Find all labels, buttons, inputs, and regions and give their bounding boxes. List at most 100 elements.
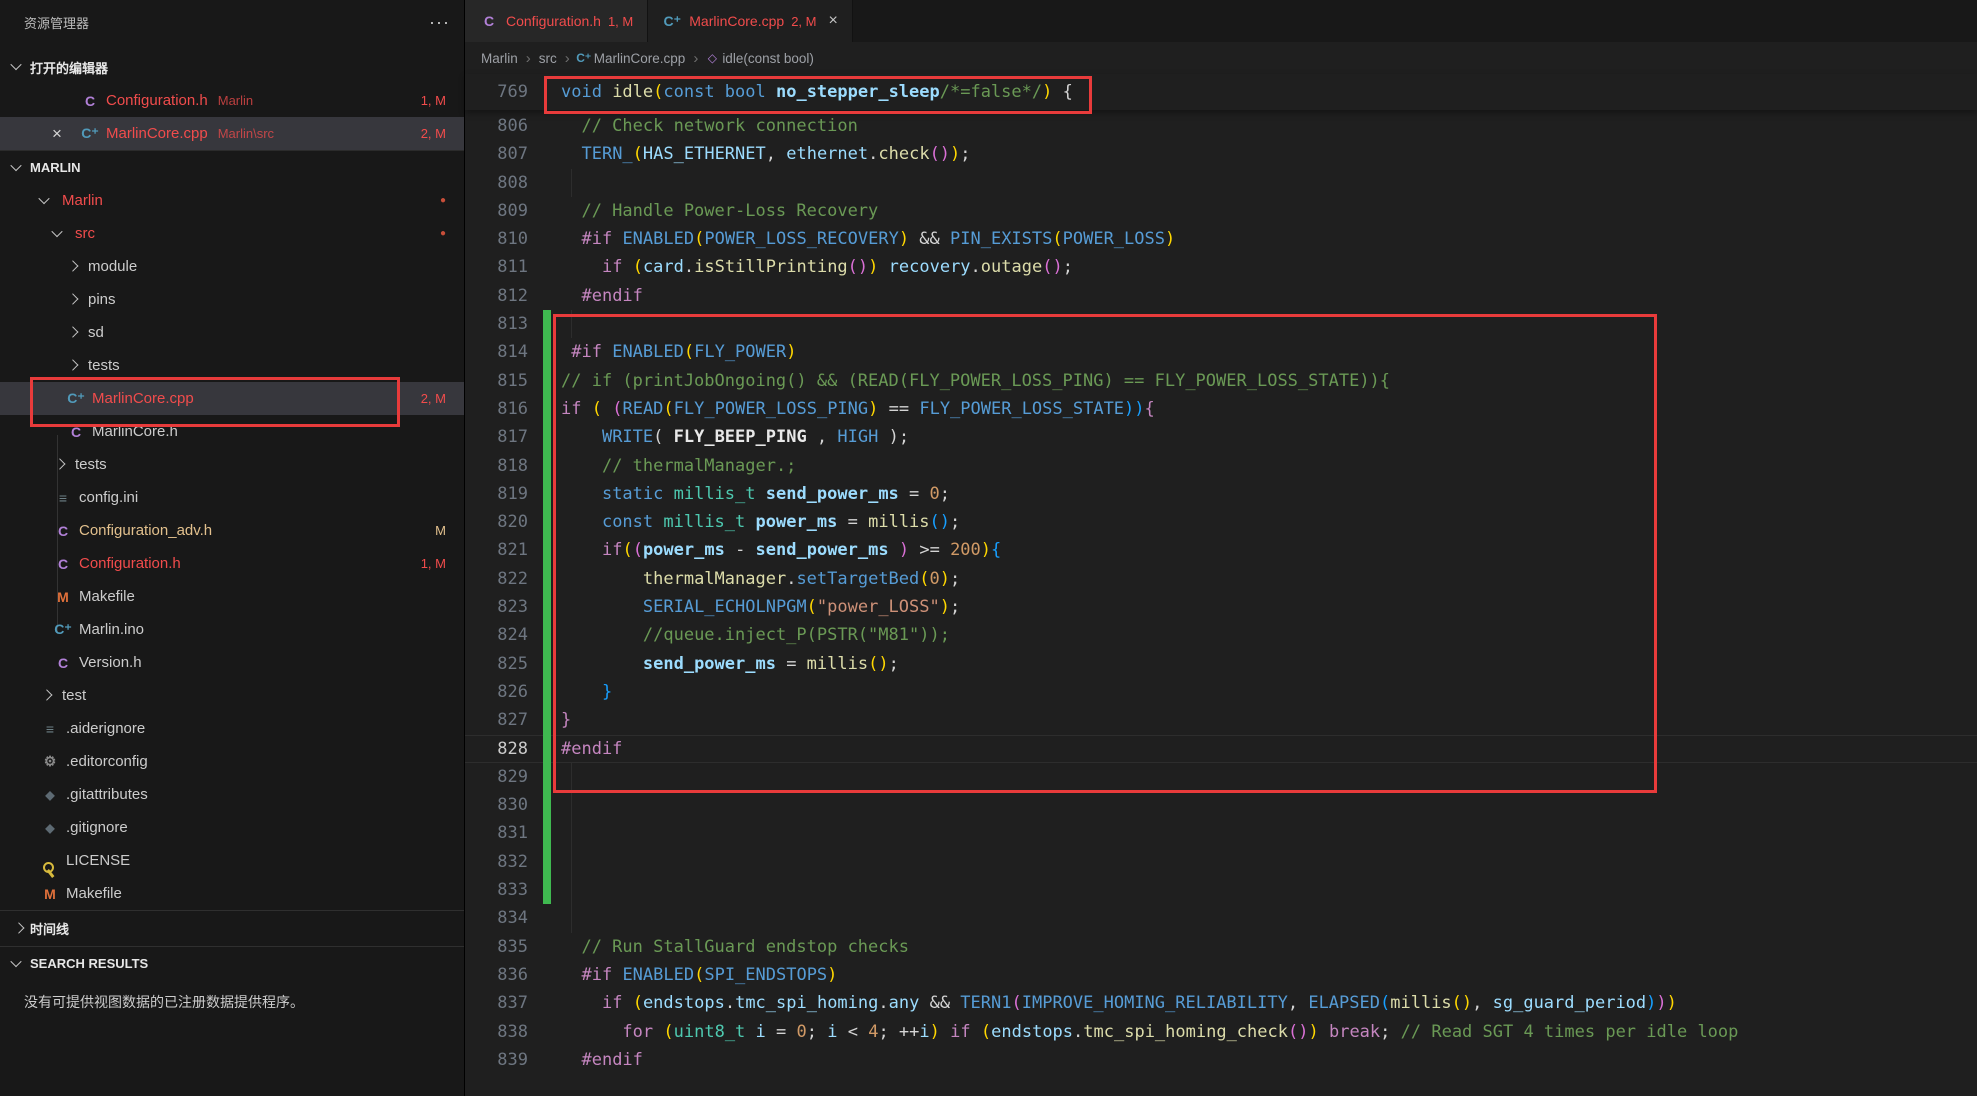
tree-file-Configuration_adv.h[interactable]: CConfiguration_adv.hM: [0, 514, 464, 547]
code-editor[interactable]: 769void idle(const bool no_stepper_sleep…: [465, 74, 1977, 1096]
line-number[interactable]: 834: [465, 904, 528, 932]
line-number[interactable]: 828: [465, 735, 528, 763]
code-line[interactable]: 824 //queue.inject_P(PSTR("M81"));: [465, 621, 1977, 649]
line-number[interactable]: 819: [465, 480, 528, 508]
code-line[interactable]: 807 TERN_(HAS_ETHERNET, ethernet.check()…: [465, 140, 1977, 168]
tree-folder-sd[interactable]: sd: [0, 316, 464, 349]
line-number[interactable]: 821: [465, 536, 528, 564]
line-number[interactable]: 815: [465, 367, 528, 395]
line-number[interactable]: 827: [465, 706, 528, 734]
timeline-section-header[interactable]: 时间线: [0, 910, 464, 946]
line-number[interactable]: 813: [465, 310, 528, 338]
tab-marlincore.cpp[interactable]: C⁺MarlinCore.cpp2, M×: [648, 0, 853, 42]
more-actions-icon[interactable]: ···: [429, 12, 450, 33]
breadcrumb-item[interactable]: MarlinCore.cpp: [594, 51, 686, 66]
tree-file-Version.h[interactable]: CVersion.h: [0, 646, 464, 679]
code-line[interactable]: 814 #if ENABLED(FLY_POWER): [465, 338, 1977, 366]
code-line[interactable]: 823 SERIAL_ECHOLNPGM("power_LOSS");: [465, 593, 1977, 621]
code-line[interactable]: 830: [465, 791, 1977, 819]
open-editor-item[interactable]: ×C⁺MarlinCore.cppMarlin\src2, M: [0, 117, 464, 150]
line-number[interactable]: 809: [465, 197, 528, 225]
breadcrumb-item[interactable]: src: [539, 51, 557, 66]
tree-file-config.ini[interactable]: ≡config.ini: [0, 481, 464, 514]
workspace-section-header[interactable]: MARLIN: [0, 150, 464, 184]
code-line[interactable]: 818 // thermalManager.;: [465, 452, 1977, 480]
tree-file-Marlin.ino[interactable]: C⁺Marlin.ino: [0, 613, 464, 646]
tree-folder-test[interactable]: test: [0, 679, 464, 712]
code-line[interactable]: 825 send_power_ms = millis();: [465, 650, 1977, 678]
code-line[interactable]: 837 if (endstops.tmc_spi_homing.any && T…: [465, 989, 1977, 1017]
line-number[interactable]: 830: [465, 791, 528, 819]
line-number[interactable]: 826: [465, 678, 528, 706]
line-number[interactable]: 839: [465, 1046, 528, 1074]
line-number[interactable]: 829: [465, 763, 528, 791]
code-line[interactable]: 829: [465, 763, 1977, 791]
line-number[interactable]: 811: [465, 253, 528, 281]
code-line[interactable]: 832: [465, 848, 1977, 876]
code-line[interactable]: 810 #if ENABLED(POWER_LOSS_RECOVERY) && …: [465, 225, 1977, 253]
code-line[interactable]: 813: [465, 310, 1977, 338]
code-line[interactable]: 821 if((power_ms - send_power_ms ) >= 20…: [465, 536, 1977, 564]
line-number[interactable]: 825: [465, 650, 528, 678]
line-number[interactable]: 814: [465, 338, 528, 366]
code-line[interactable]: 820 const millis_t power_ms = millis();: [465, 508, 1977, 536]
tree-folder-src[interactable]: src●: [0, 217, 464, 250]
sticky-line[interactable]: 769void idle(const bool no_stepper_sleep…: [465, 74, 1977, 110]
line-number[interactable]: 812: [465, 282, 528, 310]
code-line[interactable]: 817 WRITE( FLY_BEEP_PING , HIGH );: [465, 423, 1977, 451]
line-number[interactable]: 817: [465, 423, 528, 451]
tree-file-.gitignore[interactable]: ◆.gitignore: [0, 811, 464, 844]
tree-folder-module[interactable]: module: [0, 250, 464, 283]
code-line[interactable]: 812 #endif: [465, 282, 1977, 310]
line-number[interactable]: 807: [465, 140, 528, 168]
code-line[interactable]: 827}: [465, 706, 1977, 734]
tree-file-LICENSE[interactable]: LICENSE: [0, 844, 464, 877]
tab-configuration.h[interactable]: CConfiguration.h1, M: [465, 0, 648, 42]
line-number[interactable]: 769: [465, 74, 528, 110]
line-number[interactable]: 820: [465, 508, 528, 536]
code-line[interactable]: 838 for (uint8_t i = 0; i < 4; ++i) if (…: [465, 1018, 1977, 1046]
code-line[interactable]: 809 // Handle Power-Loss Recovery: [465, 197, 1977, 225]
open-editor-item[interactable]: CConfiguration.hMarlin1, M: [0, 84, 464, 117]
tree-file-MarlinCore.cpp[interactable]: C⁺MarlinCore.cpp2, M: [0, 382, 464, 415]
code-line[interactable]: 839 #endif: [465, 1046, 1977, 1074]
code-line[interactable]: 806 // Check network connection: [465, 112, 1977, 140]
tree-folder-pins[interactable]: pins: [0, 283, 464, 316]
code-line[interactable]: 811 if (card.isStillPrinting()) recovery…: [465, 253, 1977, 281]
sticky-scroll-header[interactable]: 769void idle(const bool no_stepper_sleep…: [465, 74, 1977, 110]
line-number[interactable]: 818: [465, 452, 528, 480]
code-line[interactable]: 831: [465, 819, 1977, 847]
code-line[interactable]: 808: [465, 169, 1977, 197]
line-number[interactable]: 832: [465, 848, 528, 876]
line-number[interactable]: 808: [465, 169, 528, 197]
code-line[interactable]: 816if ( (READ(FLY_POWER_LOSS_PING) == FL…: [465, 395, 1977, 423]
line-number[interactable]: 816: [465, 395, 528, 423]
code-line[interactable]: 835 // Run StallGuard endstop checks: [465, 933, 1977, 961]
breadcrumb-item[interactable]: idle(const bool): [722, 51, 814, 66]
code-line[interactable]: 836 #if ENABLED(SPI_ENDSTOPS): [465, 961, 1977, 989]
code-line[interactable]: 822 thermalManager.setTargetBed(0);: [465, 565, 1977, 593]
line-number[interactable]: 822: [465, 565, 528, 593]
line-number[interactable]: 824: [465, 621, 528, 649]
line-number[interactable]: 810: [465, 225, 528, 253]
tree-file-Makefile[interactable]: MMakefile: [0, 580, 464, 613]
tree-file-Configuration.h[interactable]: CConfiguration.h1, M: [0, 547, 464, 580]
code-line[interactable]: 834: [465, 904, 1977, 932]
code-line[interactable]: 815// if (printJobOngoing() && (READ(FLY…: [465, 367, 1977, 395]
tree-folder-tests[interactable]: tests: [0, 349, 464, 382]
line-number[interactable]: 835: [465, 933, 528, 961]
search-results-section-header[interactable]: SEARCH RESULTS: [0, 946, 464, 980]
tree-file-.gitattributes[interactable]: ◆.gitattributes: [0, 778, 464, 811]
line-number[interactable]: 836: [465, 961, 528, 989]
tree-file-.aiderignore[interactable]: ≡.aiderignore: [0, 712, 464, 745]
line-number[interactable]: 806: [465, 112, 528, 140]
close-icon[interactable]: ×: [52, 124, 62, 144]
code-line[interactable]: 833: [465, 876, 1977, 904]
line-number[interactable]: 837: [465, 989, 528, 1017]
tree-file-MarlinCore.h[interactable]: CMarlinCore.h: [0, 415, 464, 448]
breadcrumb-item[interactable]: Marlin: [481, 51, 518, 66]
tree-file-.editorconfig[interactable]: ⚙.editorconfig: [0, 745, 464, 778]
code-line[interactable]: 828#endif: [465, 735, 1977, 763]
tree-file-Makefile[interactable]: MMakefile: [0, 877, 464, 910]
open-editors-section-header[interactable]: 打开的编辑器: [0, 50, 464, 84]
